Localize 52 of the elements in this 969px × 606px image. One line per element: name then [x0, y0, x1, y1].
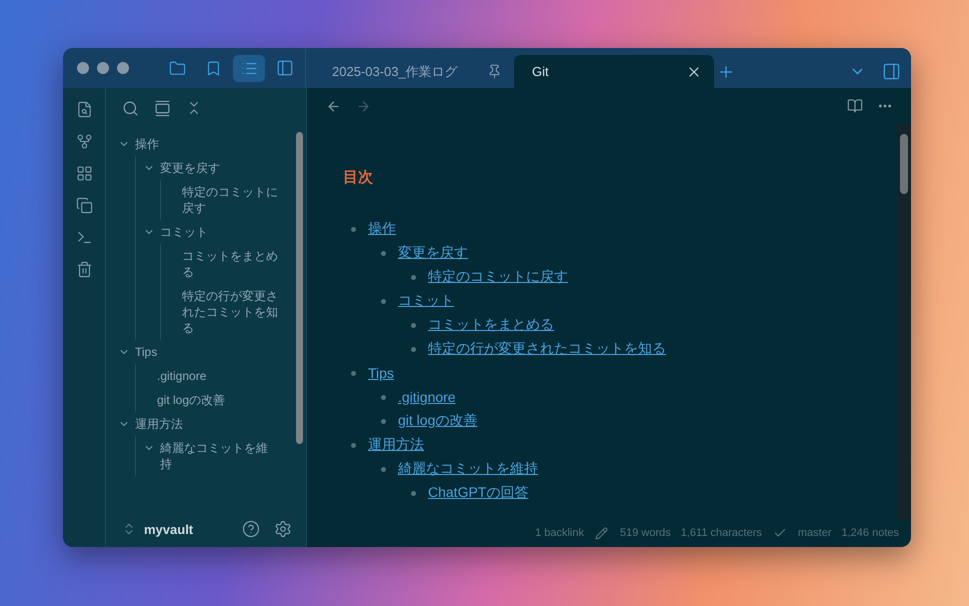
- tab[interactable]: Git: [514, 55, 714, 88]
- toc-link[interactable]: 運用方法: [368, 436, 424, 454]
- bullet-icon: [411, 346, 416, 352]
- tab[interactable]: 2025-03-03_作業ログ: [314, 55, 514, 88]
- bullet-icon: [351, 442, 356, 448]
- outline-item[interactable]: 変更を戻す: [143, 156, 292, 180]
- character-count: 1,611 characters: [680, 527, 762, 539]
- vault-name[interactable]: myvault: [144, 522, 232, 536]
- toc-link[interactable]: 特定のコミットに戻す: [428, 268, 568, 286]
- window-control[interactable]: [117, 62, 129, 74]
- bullet-icon: [381, 418, 386, 424]
- outline-item[interactable]: 特定のコミットに戻す: [168, 180, 292, 220]
- outline-view-button[interactable]: [233, 54, 265, 82]
- outline-item[interactable]: 綺麗なコミットを維持: [143, 436, 292, 476]
- outline-item[interactable]: コミットをまとめる: [168, 244, 292, 284]
- outline-item[interactable]: 特定の行が変更されたコミットを知る: [168, 284, 292, 340]
- window-control[interactable]: [97, 62, 109, 74]
- toc-link[interactable]: コミット: [398, 292, 454, 310]
- bullet-icon: [351, 370, 356, 376]
- outline-item[interactable]: Tips: [118, 340, 292, 364]
- bullet-icon: [381, 250, 386, 256]
- toc-link[interactable]: Tips: [368, 365, 394, 381]
- outline-item[interactable]: .gitignore: [143, 364, 292, 388]
- bullet-icon: [381, 394, 386, 400]
- bullet-icon: [411, 322, 416, 328]
- scrollbar-thumb[interactable]: [900, 134, 908, 194]
- bullet-icon: [381, 298, 386, 304]
- toc-link[interactable]: 特定の行が変更されたコミットを知る: [428, 340, 666, 358]
- outline-item[interactable]: コミット: [143, 220, 292, 244]
- pencil-icon[interactable]: [594, 525, 610, 541]
- outline-item[interactable]: 運用方法: [118, 412, 292, 436]
- toc-heading: 目次: [343, 168, 374, 187]
- toc-link[interactable]: コミットをまとめる: [428, 316, 554, 334]
- scrollbar-thumb[interactable]: [296, 132, 302, 444]
- git-branch[interactable]: master: [798, 527, 832, 539]
- folder-icon: [168, 60, 186, 76]
- window-control[interactable]: [77, 62, 89, 74]
- note-count: 1,246 notes: [842, 527, 899, 539]
- toc-link[interactable]: .gitignore: [398, 389, 456, 405]
- toc-link[interactable]: git logの改善: [398, 412, 478, 430]
- bullet-icon: [411, 490, 416, 496]
- toc-link[interactable]: 変更を戻す: [398, 244, 468, 262]
- bullet-icon: [351, 226, 356, 232]
- toc-link[interactable]: 操作: [368, 220, 396, 238]
- bullet-icon: [381, 466, 386, 472]
- backlink-count[interactable]: 1 backlink: [535, 527, 584, 539]
- outline-item[interactable]: git logの改善: [143, 388, 292, 412]
- outline-item[interactable]: 操作: [118, 132, 292, 156]
- toc-link[interactable]: ChatGPTの回答: [428, 484, 528, 502]
- toc-link[interactable]: 綺麗なコミットを維持: [398, 460, 538, 478]
- bullet-icon: [411, 274, 416, 280]
- word-count: 519 words: [620, 527, 671, 539]
